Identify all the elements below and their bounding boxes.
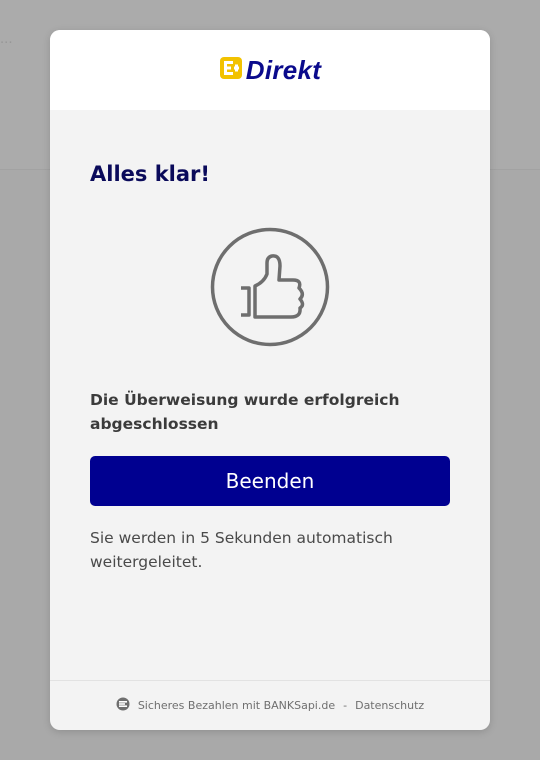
privacy-link[interactable]: Datenschutz (355, 699, 424, 712)
footer-secure-text: Sicheres Bezahlen mit BANKSapi.de (137, 699, 336, 712)
thumbs-up-circle-icon (210, 227, 330, 347)
redirect-notice: Sie werden in 5 Sekunden automatisch wei… (90, 529, 393, 571)
banksapi-icon (116, 697, 130, 714)
success-icon-container (90, 226, 450, 348)
background-partial-text: ... (0, 30, 13, 47)
dialog-footer: Sicheres Bezahlen mit BANKSapi.de - Date… (50, 680, 490, 730)
direkt-logo: Direkt (219, 55, 322, 86)
logo-text: Direkt (245, 54, 322, 85)
eplus-logo-icon (219, 56, 243, 84)
payment-success-dialog: Direkt Alles klar! Die Überweisung wurde… (50, 30, 490, 730)
finish-button[interactable]: Beenden (90, 456, 450, 506)
success-message: Die Überweisung wurde erfolgreich abgesc… (90, 391, 400, 433)
success-title: Alles klar! (90, 162, 210, 186)
footer-separator: - (343, 699, 348, 712)
dialog-body: Alles klar! Die Überweisung wurde erfolg… (50, 110, 490, 574)
dialog-header: Direkt (50, 30, 490, 110)
